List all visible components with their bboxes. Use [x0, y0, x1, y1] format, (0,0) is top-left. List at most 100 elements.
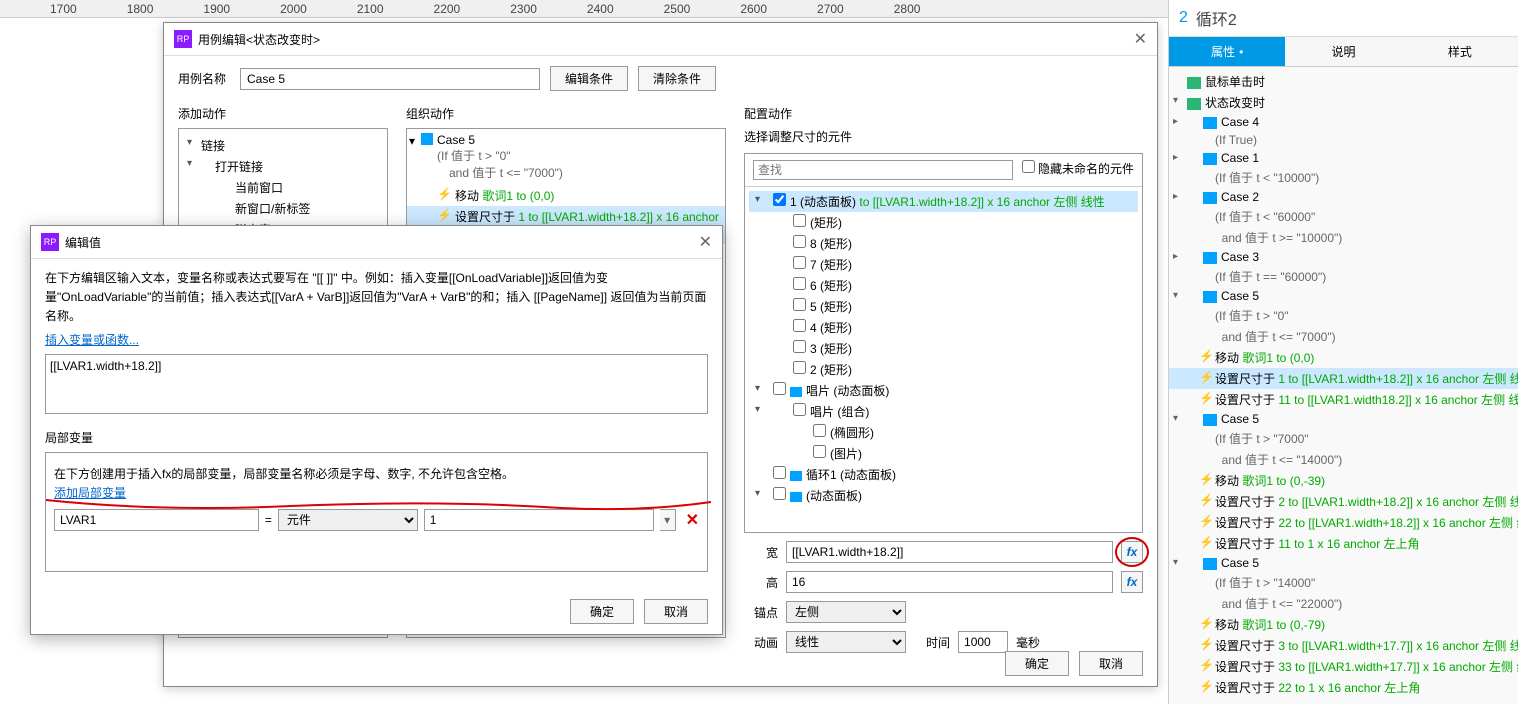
- org-case[interactable]: ▾ Case 5 (If 值于 t > "0" and 值于 t <= "700…: [407, 129, 725, 185]
- widget-checkbox[interactable]: [813, 424, 826, 437]
- widget-tree-row[interactable]: (椭圆形): [749, 422, 1138, 443]
- widget-tree-row[interactable]: (图片): [749, 443, 1138, 464]
- ok-button[interactable]: 确定: [570, 599, 634, 624]
- action-row[interactable]: ⚡移动 歌词1 to (0,-39): [1169, 470, 1518, 491]
- widget-tree-row[interactable]: ▾唱片 (组合): [749, 401, 1138, 422]
- ok-button[interactable]: 确定: [1005, 651, 1069, 676]
- insert-var-link[interactable]: 插入变量或函数...: [45, 331, 708, 348]
- action-row[interactable]: ⚡设置尺寸于 11 to 1 x 16 anchor 左上角: [1169, 533, 1518, 554]
- widget-tree-row[interactable]: 7 (矩形): [749, 254, 1138, 275]
- event-row[interactable]: 鼠标单击时: [1169, 71, 1518, 92]
- search-input[interactable]: [753, 160, 1013, 180]
- widget-checkbox[interactable]: [793, 214, 806, 227]
- action-row[interactable]: ⚡设置尺寸于 1 to [[LVAR1.width+18.2]] x 16 an…: [1169, 368, 1518, 389]
- condition-row[interactable]: (If 值于 t < "60000": [1169, 206, 1518, 227]
- edit-condition-button[interactable]: 编辑条件: [550, 66, 628, 91]
- case-icon: [1203, 558, 1217, 570]
- widget-checkbox[interactable]: [773, 466, 786, 479]
- fx-button-height[interactable]: fx: [1121, 571, 1143, 593]
- tab-style[interactable]: 样式: [1402, 37, 1518, 67]
- widget-checkbox[interactable]: [793, 340, 806, 353]
- widget-checkbox[interactable]: [793, 277, 806, 290]
- hide-unnamed-checkbox[interactable]: [1022, 160, 1035, 173]
- condition-row[interactable]: and 值于 t >= "10000"): [1169, 227, 1518, 248]
- clear-condition-button[interactable]: 清除条件: [638, 66, 716, 91]
- widget-tree-row[interactable]: 2 (矩形): [749, 359, 1138, 380]
- action-row[interactable]: ⚡设置尺寸于 22 to [[LVAR1.width+18.2]] x 16 a…: [1169, 512, 1518, 533]
- anchor-select[interactable]: 左侧: [786, 601, 906, 623]
- expression-input[interactable]: [[LVAR1.width+18.2]]: [45, 354, 708, 414]
- cancel-button[interactable]: 取消: [644, 599, 708, 624]
- widget-checkbox[interactable]: [793, 235, 806, 248]
- action-row[interactable]: ⚡设置尺寸于 33 to [[LVAR1.width+17.7]] x 16 a…: [1169, 656, 1518, 677]
- widget-tree-row[interactable]: ▾1 (动态面板) to [[LVAR1.width+18.2]] x 16 a…: [749, 191, 1138, 212]
- widget-tree-row[interactable]: 4 (矩形): [749, 317, 1138, 338]
- case-row[interactable]: ▸Case 3: [1169, 248, 1518, 266]
- condition-row[interactable]: (If 值于 t > "14000": [1169, 572, 1518, 593]
- action-row[interactable]: ⚡设置尺寸于 3 to [[LVAR1.width+17.7]] x 16 an…: [1169, 635, 1518, 656]
- casename-input[interactable]: [240, 68, 540, 90]
- event-row[interactable]: ▾状态改变时: [1169, 92, 1518, 113]
- cancel-button[interactable]: 取消: [1079, 651, 1143, 676]
- widget-tree-row[interactable]: ▾唱片 (动态面板): [749, 380, 1138, 401]
- condition-row[interactable]: (If 值于 t < "10000"): [1169, 167, 1518, 188]
- width-input[interactable]: [786, 541, 1113, 563]
- case-row[interactable]: ▸Case 1: [1169, 149, 1518, 167]
- case-row[interactable]: ▾Case 5: [1169, 554, 1518, 572]
- add-localvar-link[interactable]: 添加局部变量: [54, 484, 699, 501]
- case-row[interactable]: ▾Case 5: [1169, 287, 1518, 305]
- tab-properties[interactable]: 属性•: [1169, 37, 1285, 67]
- action-row[interactable]: ⚡设置尺寸于 11 to [[LVAR1.width18.2]] x 16 an…: [1169, 389, 1518, 410]
- rp-icon: RP: [41, 233, 59, 251]
- anim-select[interactable]: 线性: [786, 631, 906, 653]
- action-row[interactable]: ⚡设置尺寸于 22 to 1 x 16 anchor 左上角: [1169, 677, 1518, 698]
- tree-open-link[interactable]: 打开链接: [183, 156, 383, 177]
- lvar-type-select[interactable]: 元件: [278, 509, 418, 531]
- tree-link[interactable]: 链接: [183, 135, 383, 156]
- tree-new-tab[interactable]: 新窗口/新标签: [183, 198, 383, 219]
- width-label: 宽: [744, 544, 778, 561]
- height-input[interactable]: [786, 571, 1113, 593]
- widget-tree-row[interactable]: 循环1 (动态面板): [749, 464, 1138, 485]
- case-row[interactable]: ▸Case 4: [1169, 113, 1518, 131]
- widget-name: 循环2: [1196, 6, 1237, 30]
- widget-tree-row[interactable]: 3 (矩形): [749, 338, 1138, 359]
- delete-icon[interactable]: ✕: [686, 510, 699, 530]
- action-row[interactable]: ⚡移动 歌词1 to (0,0): [1169, 347, 1518, 368]
- condition-row[interactable]: (If 值于 t > "7000": [1169, 428, 1518, 449]
- fx-button-width[interactable]: fx: [1121, 541, 1143, 563]
- lvar-name-input[interactable]: [54, 509, 259, 531]
- close-icon[interactable]: ✕: [1134, 29, 1147, 49]
- widget-tree-row[interactable]: 8 (矩形): [749, 233, 1138, 254]
- condition-row[interactable]: (If 值于 t > "0": [1169, 305, 1518, 326]
- time-input[interactable]: [958, 631, 1008, 653]
- lvar-target-input[interactable]: [424, 509, 654, 531]
- org-action-move[interactable]: ⚡ 移动 歌词1 to (0,0): [407, 185, 725, 206]
- case-row[interactable]: ▸Case 2: [1169, 188, 1518, 206]
- close-icon[interactable]: ✕: [699, 232, 712, 252]
- tree-current-window[interactable]: 当前窗口: [183, 177, 383, 198]
- widget-checkbox[interactable]: [793, 319, 806, 332]
- widget-checkbox[interactable]: [793, 298, 806, 311]
- tab-notes[interactable]: 说明: [1285, 37, 1401, 67]
- widget-tree-row[interactable]: ▾(动态面板): [749, 485, 1138, 506]
- widget-checkbox[interactable]: [773, 487, 786, 500]
- widget-checkbox[interactable]: [813, 445, 826, 458]
- widget-tree-row[interactable]: 6 (矩形): [749, 275, 1138, 296]
- action-row[interactable]: ⚡移动 歌词1 to (0,-79): [1169, 614, 1518, 635]
- widget-checkbox[interactable]: [793, 361, 806, 374]
- widget-checkbox[interactable]: [793, 256, 806, 269]
- widget-checkbox[interactable]: [773, 193, 786, 206]
- widget-checkbox[interactable]: [773, 382, 786, 395]
- condition-row[interactable]: (If 值于 t == "60000"): [1169, 266, 1518, 287]
- dropdown-icon[interactable]: ▾: [660, 509, 676, 531]
- condition-row[interactable]: and 值于 t <= "7000"): [1169, 326, 1518, 347]
- case-row[interactable]: ▾Case 5: [1169, 410, 1518, 428]
- condition-row[interactable]: and 值于 t <= "22000"): [1169, 593, 1518, 614]
- condition-row[interactable]: (If True): [1169, 131, 1518, 149]
- widget-checkbox[interactable]: [793, 403, 806, 416]
- widget-tree-row[interactable]: (矩形): [749, 212, 1138, 233]
- widget-tree-row[interactable]: 5 (矩形): [749, 296, 1138, 317]
- action-row[interactable]: ⚡设置尺寸于 2 to [[LVAR1.width+18.2]] x 16 an…: [1169, 491, 1518, 512]
- condition-row[interactable]: and 值于 t <= "14000"): [1169, 449, 1518, 470]
